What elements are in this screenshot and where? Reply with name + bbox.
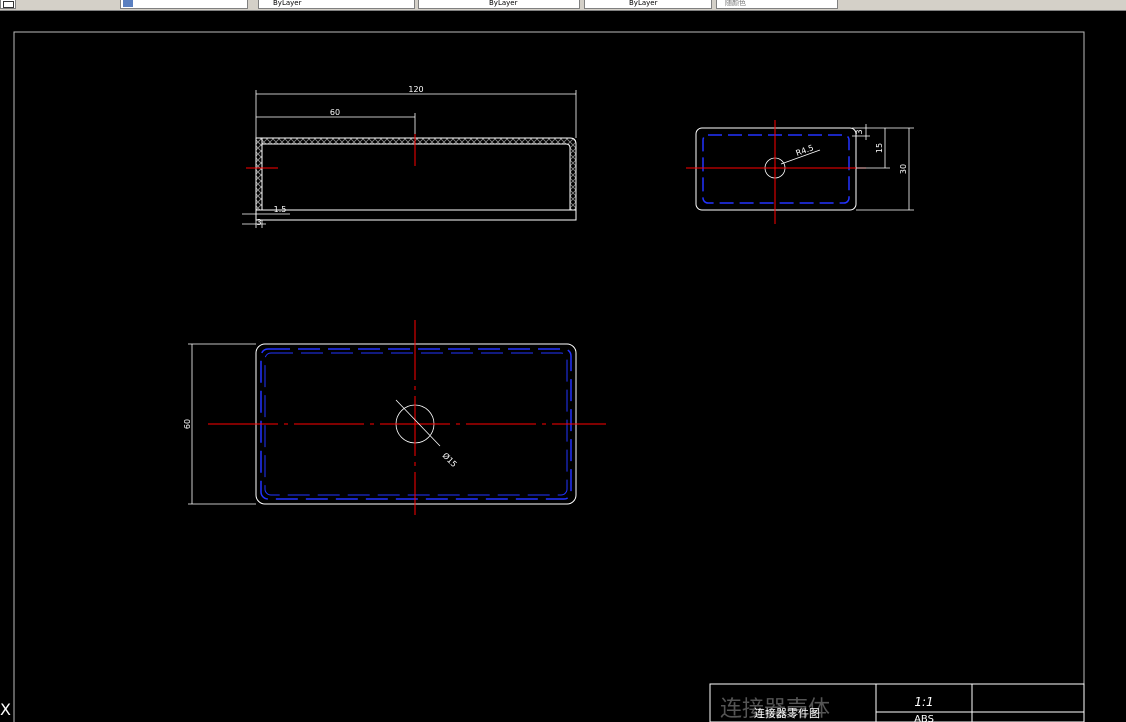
side-view: R4.5 3 15 30 [686, 120, 914, 224]
dim-hole-diameter: Ø15 [441, 450, 460, 469]
linetype-dropdown-value: ByLayer [489, 0, 518, 7]
ucs-icon: X [0, 700, 11, 719]
front-section-view: 120 60 1.5 3 [242, 85, 577, 228]
app-menu-icon [3, 1, 14, 8]
linetype-dropdown[interactable]: ByLayer [418, 0, 580, 9]
lineweight-dropdown-value: ByLayer [629, 0, 658, 7]
dim-side-mid: 15 [875, 143, 884, 153]
dim-side-height: 30 [899, 164, 908, 174]
dim-total-length: 120 [408, 85, 423, 94]
layer-dropdown[interactable] [120, 0, 248, 9]
title-scale: 1:1 [914, 695, 933, 709]
plotstyle-dropdown[interactable]: 随颜色 [716, 0, 838, 9]
title-block: 连接器壳体 连接器零件图 1:1 ABS [709, 683, 1085, 722]
title-material: ABS [914, 714, 934, 722]
layer-icon [123, 0, 133, 7]
dim-small: 3 [256, 218, 261, 227]
app-menu-button[interactable] [0, 0, 16, 9]
top-view: Ø15 60 [183, 320, 606, 515]
drawing-canvas[interactable]: 120 60 1.5 3 R4.5 3 15 30 Ø15 60 连接器壳体 连… [0, 10, 1126, 722]
drawing-border [13, 31, 1085, 722]
lineweight-dropdown[interactable]: ByLayer [584, 0, 712, 9]
dim-wall: 1.5 [274, 205, 287, 214]
color-dropdown-value: ByLayer [273, 0, 302, 7]
color-dropdown[interactable]: ByLayer [258, 0, 415, 9]
dim-half-length: 60 [330, 108, 340, 117]
plotstyle-dropdown-value: 随颜色 [725, 0, 746, 7]
dim-side-top: 3 [855, 129, 864, 134]
title-drawing-type: 连接器零件图 [754, 707, 820, 720]
dim-top-width: 60 [183, 419, 192, 429]
